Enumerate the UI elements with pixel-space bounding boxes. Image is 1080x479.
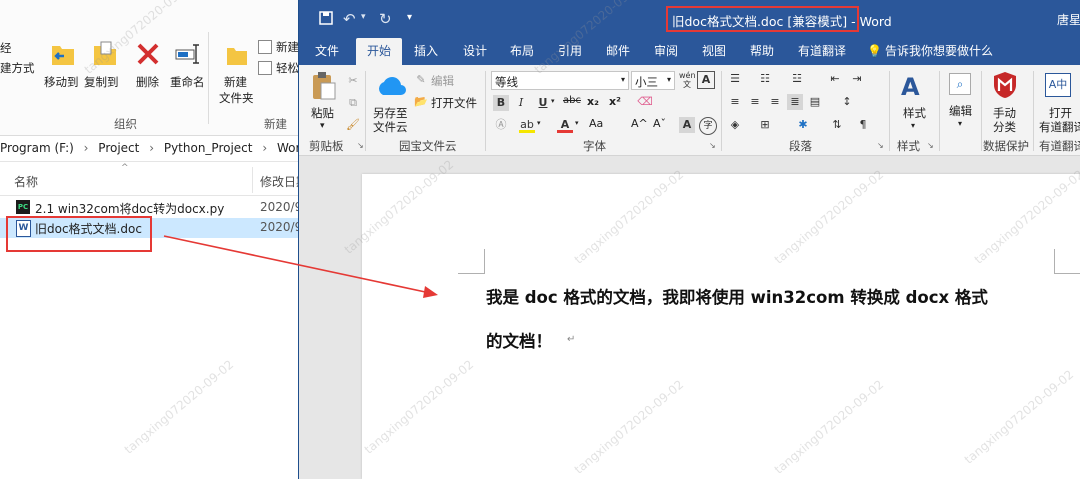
annotation-arrow (163, 235, 438, 298)
